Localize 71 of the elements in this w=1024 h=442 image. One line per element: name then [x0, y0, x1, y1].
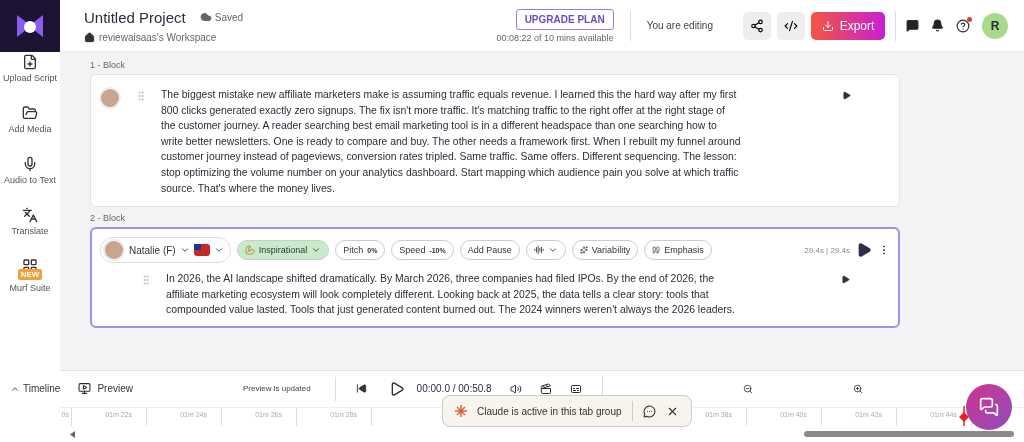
- emphasis-button[interactable]: Emphasis: [644, 240, 712, 261]
- workspace-link[interactable]: reviewaisaas's Workspace: [99, 31, 217, 43]
- playhead-marker[interactable]: [958, 405, 970, 426]
- share-button[interactable]: [743, 11, 771, 40]
- block-text[interactable]: In 2026, the AI landscape shifted dramatically. By March 2026, three companies had filed IPOs. By the end of 2026, the affiliate marketing ecosystem will look completely different. Looking back at 2025, the data tells a clear story: tools that compounded value lasted. Tools that just generated content burned out. The 2024 winners weren't always the 2026 leaders.: [166, 271, 746, 318]
- drag-handle-icon[interactable]: [140, 274, 152, 287]
- editing-status: You are editing: [646, 20, 713, 31]
- preview-button[interactable]: Preview: [97, 383, 133, 395]
- project-title: Untitled Project: [84, 8, 186, 26]
- save-status: Saved: [214, 11, 244, 23]
- toast-text: Claude is active in this tab group: [477, 405, 622, 417]
- file-plus-icon: [22, 54, 38, 70]
- chat-icon[interactable]: [642, 404, 656, 418]
- new-badge: NEW: [17, 269, 43, 280]
- quote-icon: [652, 246, 661, 255]
- embed-button[interactable]: [777, 11, 805, 40]
- export-button[interactable]: Export: [811, 11, 885, 40]
- share-icon: [750, 18, 764, 33]
- voice-name: Natalie (F): [129, 244, 176, 256]
- code-icon: [784, 18, 798, 33]
- sidebar-item[interactable]: Upload Script: [2, 54, 58, 83]
- script-block[interactable]: [90, 227, 900, 328]
- help-icon[interactable]: [956, 18, 970, 33]
- zoom-out-icon[interactable]: [742, 383, 753, 394]
- clapperboard-icon[interactable]: [539, 382, 552, 395]
- skip-back-icon[interactable]: [355, 383, 367, 395]
- preview-status: Preview is updated: [243, 384, 311, 394]
- block-label: 1 - Block: [90, 60, 126, 70]
- flag-icon: [193, 244, 210, 257]
- duration-text: 29.4s | 29.4s: [804, 245, 850, 255]
- chat-bubbles-icon: [979, 397, 999, 417]
- sidebar-item[interactable]: NEW Murf Suite: [2, 258, 58, 293]
- style-selector[interactable]: Inspirational: [236, 240, 330, 261]
- user-avatar[interactable]: R: [982, 12, 1008, 39]
- zoom-in-icon[interactable]: [852, 383, 863, 394]
- play-icon[interactable]: [842, 91, 851, 100]
- scroll-left-icon: [70, 430, 75, 438]
- add-pause-button[interactable]: Add Pause: [459, 240, 520, 261]
- flexed-arm-icon: [244, 245, 255, 256]
- person-mic-icon: [22, 156, 38, 172]
- chat-icon[interactable]: [906, 19, 919, 32]
- sound-wave-icon: [533, 245, 544, 256]
- playback-time: 00:00.0 / 00:50.8: [416, 383, 492, 395]
- sidebar-item[interactable]: Add Media: [2, 105, 58, 134]
- block-label: 2 - Block: [90, 213, 126, 224]
- volume-icon[interactable]: [509, 382, 522, 395]
- play-icon[interactable]: [841, 275, 850, 285]
- timeline-toggle[interactable]: Timeline: [23, 383, 61, 395]
- captions-icon[interactable]: [569, 382, 582, 395]
- translate-icon: [22, 207, 38, 223]
- variability-button[interactable]: Variability: [571, 240, 639, 261]
- home-icon: [84, 31, 95, 43]
- scrollbar-thumb[interactable]: [804, 431, 1014, 438]
- drag-handle-icon[interactable]: [135, 90, 147, 102]
- preview-icon: [78, 382, 92, 396]
- sidebar-item[interactable]: Audio to Text: [2, 156, 58, 185]
- notification-icon[interactable]: [931, 19, 944, 32]
- sparkle-icon: [455, 405, 467, 417]
- folder-icon: [22, 105, 38, 121]
- avatar-placeholder: [103, 239, 125, 262]
- play-icon[interactable]: [856, 242, 872, 259]
- block-text[interactable]: The biggest mistake new affiliate marketers make is assuming traffic equals revenue. I learned this the hard way after my first 800 clicks generated exactly zero signups. The fix isn't more traffic. It's matching traffic to the right offer at the right stage of the customer journey. A reader searching best email marketing tool is in a different headspace than one searching how to write better newsletters. One is ready to compare and buy. The other needs a framework first. When I rebuilt my funnel around customer journey instead of pageviews, conversion rates tripled. Same traffic. Same offers. Different sequencing. The lesson: stop optimizing the volume number on your analytics dashboard. Start mapping which audience pain you solve at which traffic source. That's where the money lives.: [161, 87, 741, 197]
- download-icon: [821, 19, 834, 32]
- cloud-icon: [199, 11, 212, 23]
- sparkle-icon: [579, 246, 588, 255]
- chat-support-button[interactable]: [966, 384, 1012, 430]
- avatar-placeholder: [99, 87, 121, 109]
- upgrade-plan-button[interactable]: UPGRADE PLAN: [515, 8, 614, 30]
- time-available: 00:08:22 of 10 mins available: [496, 32, 614, 43]
- sound-effect-selector[interactable]: [525, 240, 566, 261]
- sidebar-item[interactable]: Translate: [2, 207, 58, 236]
